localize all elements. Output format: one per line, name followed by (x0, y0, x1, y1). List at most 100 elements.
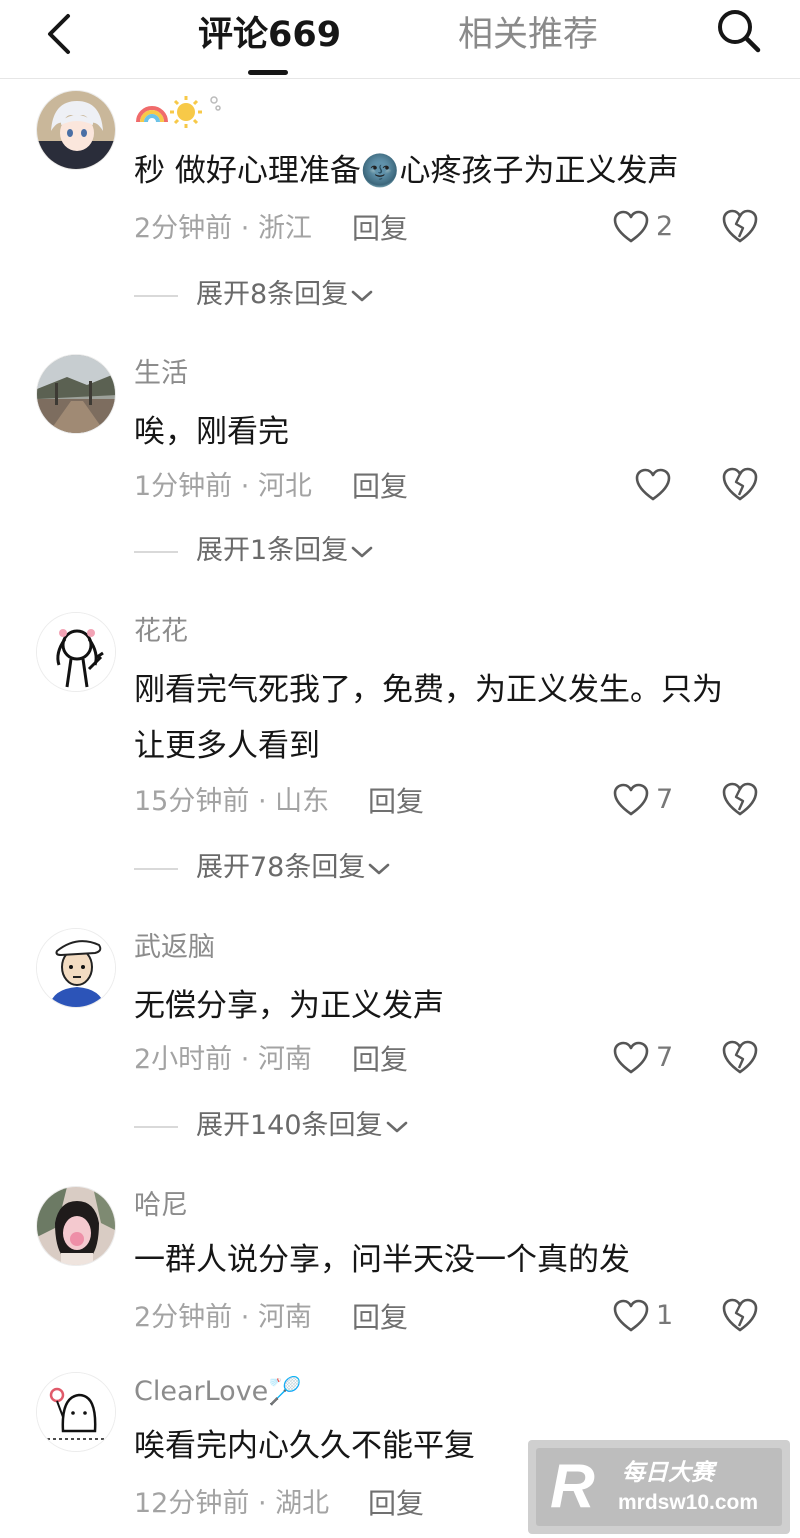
like-button[interactable]: 2 (612, 207, 682, 247)
expand-label: 展开1条回复 (196, 535, 349, 566)
comment-time: 15分钟前 (134, 786, 250, 817)
comment-text: 唉，刚看完 (134, 414, 289, 450)
heart-icon (613, 783, 649, 816)
back-button[interactable] (38, 10, 82, 56)
broken-heart-icon (722, 782, 758, 816)
comment-time: 2小时前 (134, 1044, 233, 1075)
username[interactable]: ClearLove🏸 (134, 1372, 302, 1412)
avatar[interactable] (36, 1372, 116, 1452)
like-button[interactable]: 1 (612, 1296, 682, 1336)
avatar[interactable] (36, 1186, 116, 1266)
expand-label: 展开78条回复 (196, 852, 366, 883)
comment-location: 河南 (257, 1044, 312, 1075)
dislike-button[interactable] (720, 780, 760, 820)
comment-time: 2分钟前 (134, 1302, 233, 1333)
chevron-down-icon (369, 863, 390, 874)
dislike-button[interactable] (720, 465, 760, 505)
comment-location: 河北 (257, 471, 312, 502)
watermark-logo: R (550, 1452, 595, 1521)
comment-text: 一群人说分享，问半天没一个真的发 (134, 1242, 630, 1278)
watermark-name: 每日大赛 (622, 1460, 714, 1486)
avatar[interactable] (36, 928, 116, 1008)
anime-avatar-image (37, 91, 115, 169)
comment-meta: 2分钟前 · 浙江 (134, 209, 312, 249)
heart-icon (635, 468, 671, 501)
meta-separator: · (232, 1302, 258, 1333)
watermark-url: mrdsw10.com (618, 1491, 759, 1514)
expand-divider (134, 867, 178, 870)
heart-icon (613, 210, 649, 243)
expand-replies[interactable]: 展开8条回复 (134, 275, 374, 315)
comment-meta: 12分钟前 · 湖北 (134, 1484, 329, 1524)
reply-button[interactable]: 回复 (352, 1040, 408, 1080)
reply-button[interactable]: 回复 (368, 1484, 424, 1524)
tab-comments[interactable]: 评论669 (198, 12, 341, 58)
search-icon (718, 10, 761, 53)
meta-separator: · (232, 471, 258, 502)
chevron-down-icon (351, 546, 373, 557)
reply-button[interactable]: 回复 (352, 209, 408, 249)
like-count: 7 (656, 1042, 674, 1073)
like-button[interactable]: 7 (612, 780, 682, 820)
active-tab-indicator (248, 70, 288, 75)
comment-location: 山东 (275, 786, 330, 817)
reply-button[interactable]: 回复 (352, 467, 408, 507)
like-button[interactable]: 7 (612, 1038, 682, 1078)
comment-meta: 15分钟前 · 山东 (134, 782, 329, 822)
avatar[interactable] (36, 612, 116, 692)
search-button[interactable] (714, 6, 764, 56)
comment-meta: 2分钟前 · 河南 (134, 1298, 312, 1338)
reply-button[interactable]: 回复 (368, 782, 424, 822)
username[interactable]: 生活 (134, 354, 188, 394)
like-count: 7 (656, 784, 674, 815)
expand-divider (134, 1125, 178, 1128)
tab-related[interactable]: 相关推荐 (458, 12, 598, 58)
comment-text: 刚看完气死我了，免费，为正义发生。只为让更多人看到 (134, 672, 723, 764)
stick-figure-avatar (37, 613, 115, 691)
comment-time: 2分钟前 (134, 213, 233, 244)
expand-divider (134, 550, 178, 553)
broken-heart-icon (722, 1298, 758, 1332)
username[interactable]: 哈尼 (134, 1186, 188, 1226)
park-photo-avatar (37, 355, 115, 433)
avatar[interactable] (36, 90, 116, 170)
watermark: R 每日大赛 mrdsw10.com (528, 1440, 790, 1534)
dislike-button[interactable] (720, 1038, 760, 1078)
chevron-down-icon (351, 290, 373, 301)
meta-separator: · (249, 786, 276, 817)
comment-time: 1分钟前 (134, 471, 233, 502)
comment-location: 浙江 (257, 213, 312, 244)
comment-location: 湖北 (275, 1488, 330, 1519)
meta-separator: · (232, 1044, 258, 1075)
broken-heart-icon (722, 1040, 758, 1074)
expand-replies[interactable]: 展开78条回复 (134, 848, 391, 888)
rainbow-sun-emoji-icon (136, 96, 221, 128)
meta-separator: · (249, 1488, 276, 1519)
like-count: 1 (656, 1300, 674, 1331)
like-button[interactable] (634, 465, 674, 505)
meta-separator: · (232, 213, 258, 244)
girl-photo-avatar (37, 1187, 115, 1265)
watermark-panel: R 每日大赛 mrdsw10.com (536, 1448, 782, 1526)
chevron-down-icon (386, 1121, 407, 1132)
username[interactable]: 花花 (134, 612, 188, 652)
cartoon-boy-avatar (37, 929, 115, 1007)
expand-replies[interactable]: 展开1条回复 (134, 531, 374, 571)
doodle-avatar (37, 1373, 115, 1451)
back-arrow-icon (48, 14, 70, 54)
expand-divider (134, 294, 178, 297)
comment-location: 河南 (257, 1302, 312, 1333)
avatar[interactable] (36, 354, 116, 434)
comment-text: 秒 做好心理准备🌚心疼孩子为正义发声 (134, 153, 679, 189)
dislike-button[interactable] (720, 207, 760, 247)
expand-label: 展开140条回复 (196, 1110, 383, 1141)
username[interactable]: 武返脑 (134, 928, 215, 968)
username-emoji (134, 90, 224, 130)
dislike-button[interactable] (720, 1296, 760, 1336)
heart-icon (613, 1041, 649, 1074)
like-count: 2 (656, 211, 674, 242)
comment-meta: 2小时前 · 河南 (134, 1040, 312, 1080)
reply-button[interactable]: 回复 (352, 1298, 408, 1338)
expand-replies[interactable]: 展开140条回复 (134, 1106, 409, 1146)
comment-meta: 1分钟前 · 河北 (134, 467, 312, 507)
